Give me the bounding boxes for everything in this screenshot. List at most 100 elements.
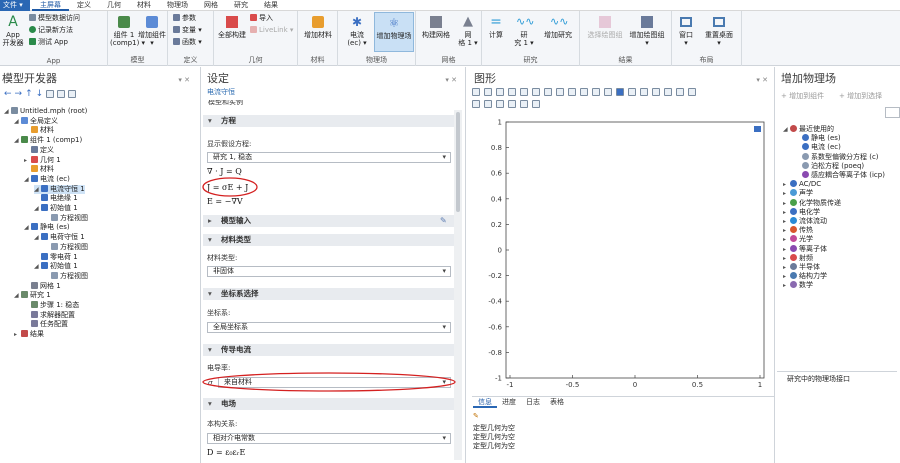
physics-tree-node[interactable]: ▸ 流体流动 — [783, 217, 827, 226]
physics-tree-node[interactable]: ▸ 光学 — [783, 235, 813, 244]
show-grid-icon[interactable] — [484, 100, 492, 108]
build-mesh-button[interactable]: 构建网格 — [418, 14, 454, 39]
expand-arrow-icon[interactable]: ◢ — [34, 233, 41, 242]
tree-node[interactable]: 材料 — [24, 165, 54, 174]
tree-node[interactable]: ◢ Untitled.mph (root) — [4, 107, 87, 116]
tree-node[interactable]: 网格 1 — [24, 281, 61, 291]
tree-node[interactable]: ◢ 电流守恒 1 — [34, 184, 85, 194]
expand-arrow-icon[interactable]: ▸ — [783, 226, 790, 235]
menu-tab[interactable]: 物理场 — [159, 0, 196, 11]
add-to-component-button[interactable]: + 增加到组件 — [781, 91, 824, 101]
scrollbar-thumb[interactable] — [456, 112, 460, 212]
add-physics-button[interactable]: ⚛ 增加物理场 — [374, 12, 414, 52]
expand-arrow-icon[interactable]: ▸ — [783, 189, 790, 198]
add-material-button[interactable]: 增加材料 — [302, 14, 334, 39]
physics-search-input[interactable] — [885, 107, 900, 118]
menu-tab[interactable]: 几何 — [99, 0, 129, 11]
select-plot-group-button[interactable]: 选择绘图组 — [586, 14, 624, 39]
tree-node[interactable]: ▸ 结果 — [14, 330, 44, 339]
component-button[interactable]: 组件 1 (comp1) ▾ — [110, 14, 145, 47]
physics-tree-node[interactable]: 静电 (es) — [795, 134, 841, 143]
menu-tab[interactable]: 主屏幕 — [32, 0, 69, 11]
expand-arrow-icon[interactable]: ◢ — [783, 125, 790, 134]
views-icon[interactable] — [568, 88, 576, 96]
graphics-pin-icon[interactable]: ▾ ✕ — [756, 76, 768, 84]
pan-icon[interactable] — [532, 88, 540, 96]
expand-icon[interactable] — [68, 90, 77, 98]
clear-icon[interactable]: ✎ — [473, 412, 479, 420]
physics-tree-node[interactable]: ▸ 数学 — [783, 281, 813, 290]
parameters-button[interactable]: 参数 — [173, 14, 196, 23]
physics-tree-node[interactable]: 系数型偏微分方程 (c) — [795, 152, 879, 162]
conduction-section[interactable]: 传导电流 — [203, 344, 454, 356]
down-arrow-icon[interactable]: ↓ — [36, 89, 44, 99]
import-button[interactable]: 导入 — [250, 14, 273, 23]
physics-tree-node[interactable]: ▸ 化学物质传递 — [783, 198, 841, 208]
show-icon[interactable] — [46, 90, 55, 98]
material-type-select[interactable]: 非固体 — [207, 266, 451, 277]
physics-tree-node[interactable]: ▸ 结构力学 — [783, 272, 827, 281]
edit-icon[interactable]: ✎ — [440, 216, 447, 225]
tree-node[interactable]: 电绝缘 1 — [34, 194, 78, 203]
physics-tree-node[interactable]: ▸ 声学 — [783, 189, 813, 198]
add-to-selection-button[interactable]: + 增加到选择 — [839, 91, 882, 101]
select-box-icon[interactable] — [580, 88, 588, 96]
expand-arrow-icon[interactable]: ▸ — [783, 217, 790, 226]
expand-arrow-icon[interactable]: ▸ — [783, 263, 790, 272]
forward-arrow-icon[interactable]: → — [15, 89, 23, 99]
material-type-section[interactable]: 材料类型 — [203, 234, 454, 246]
transparency-icon[interactable] — [628, 88, 636, 96]
compute-button[interactable]: = 计算 — [486, 14, 506, 39]
zoom-in-icon[interactable] — [472, 88, 480, 96]
tree-node[interactable]: ▸ 几何 1 — [24, 155, 61, 165]
camera-icon[interactable] — [520, 100, 528, 108]
graphics-canvas[interactable]: 1 0.8 0.6 0.4 0.2 0 -0.2 -0.4 -0.6 -0.8 -1 -1 -0.5 0 0… — [466, 112, 775, 392]
zoom-extents-icon[interactable] — [508, 88, 516, 96]
table-icon[interactable] — [676, 88, 684, 96]
expand-arrow-icon[interactable]: ▸ — [14, 330, 21, 339]
physics-tree-node[interactable]: ▸ 射频 — [783, 253, 813, 263]
scene-icon[interactable] — [664, 88, 672, 96]
up-arrow-icon[interactable]: ↑ — [25, 89, 33, 99]
pane-pin-icon[interactable]: ▾ ✕ — [178, 76, 190, 84]
settings-pin-icon[interactable]: ▾ ✕ — [445, 76, 457, 84]
grid-icon[interactable] — [652, 88, 660, 96]
message-tab[interactable]: 表格 — [545, 396, 569, 408]
menu-tab[interactable]: 结果 — [256, 0, 286, 11]
expand-arrow-icon[interactable]: ◢ — [34, 185, 41, 194]
tree-node[interactable]: ◢ 静电 (es) — [24, 223, 70, 232]
livelink-button[interactable]: LiveLink ▾ — [250, 26, 293, 35]
coord-system-section[interactable]: 坐标系选择 — [203, 288, 454, 300]
tree-node[interactable]: ◢ 组件 1 (comp1) — [14, 136, 82, 145]
physics-tree-node[interactable]: ▸ AC/DC — [783, 180, 821, 189]
expand-arrow-icon[interactable]: ▸ — [783, 245, 790, 254]
tree-node[interactable]: 方程视图 — [44, 271, 88, 281]
expand-arrow-icon[interactable]: ▸ — [783, 254, 790, 263]
tree-node[interactable]: 求解器配置 — [24, 310, 75, 320]
message-tab[interactable]: 信息 — [473, 396, 497, 408]
model-input-section[interactable]: 模型输入 — [203, 215, 454, 227]
coord-system-select[interactable]: 全局坐标系 — [207, 322, 451, 333]
study1-button[interactable]: ∿∿ 研 究 1 ▾ — [512, 14, 536, 47]
constitutive-select[interactable]: 相对介电常数 — [207, 433, 451, 444]
add-component-button[interactable]: 增加组件 ▾ — [138, 14, 166, 47]
physics-tree-node[interactable]: ▸ 电化学 — [783, 207, 820, 217]
physics-tree-node[interactable]: ▸ 传热 — [783, 226, 813, 235]
render-icon[interactable] — [616, 88, 624, 96]
rotate-icon[interactable] — [544, 88, 552, 96]
expand-arrow-icon[interactable]: ▸ — [783, 208, 790, 217]
physics-tree-node[interactable]: 感应耦合等离子体 (icp) — [795, 171, 885, 180]
image-icon[interactable] — [508, 100, 516, 108]
variables-button[interactable]: 变量 ▾ — [173, 26, 202, 35]
settings-scrollbar[interactable] — [454, 110, 462, 460]
physics-tree-node[interactable]: ▸ 半导体 — [783, 263, 820, 272]
menu-tab[interactable]: 研究 — [226, 0, 256, 11]
export-icon[interactable] — [688, 88, 696, 96]
file-menu[interactable]: 文件 ▾ — [0, 0, 30, 11]
tree-node[interactable]: 零电荷 1 — [34, 252, 78, 262]
message-tab[interactable]: 日志 — [521, 396, 545, 408]
expand-arrow-icon[interactable]: ◢ — [14, 136, 21, 145]
expand-arrow-icon[interactable]: ◢ — [34, 204, 41, 213]
add-plot-group-button[interactable]: 增加绘图组 ▾ — [626, 14, 668, 47]
select-icon[interactable] — [520, 88, 528, 96]
